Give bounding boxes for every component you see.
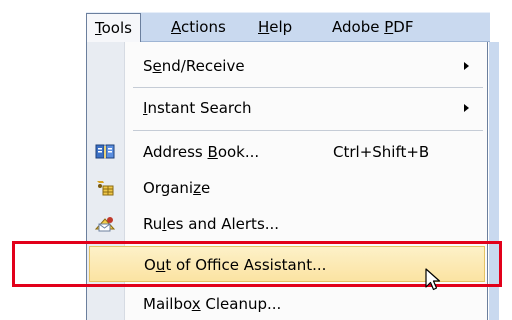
menu-item-instant-search[interactable]: Instant Search	[87, 90, 487, 126]
menu-help-mnemonic: H	[258, 18, 270, 36]
rules-alerts-icon	[95, 217, 115, 232]
menu-actions-mnemonic: A	[171, 18, 181, 36]
address-book-icon	[95, 144, 115, 159]
menu-item-organize[interactable]: Organize	[87, 170, 487, 206]
menu-separator	[133, 87, 483, 88]
screenshot-stage: Tools Actions Help Adobe PDF Send/Receiv…	[0, 0, 512, 320]
background-window-strip	[489, 42, 499, 320]
menu-bar: Tools Actions Help Adobe PDF	[86, 12, 490, 42]
menu-separator	[133, 130, 483, 131]
menu-item-shortcut: Ctrl+Shift+B	[333, 143, 430, 161]
menu-item-rules-and-alerts[interactable]: Rules and Alerts...	[87, 206, 487, 242]
menu-actions[interactable]: Actions	[171, 13, 226, 42]
menu-help[interactable]: Help	[258, 13, 292, 42]
mouse-pointer-icon	[425, 268, 441, 291]
menu-tools-mnemonic: T	[95, 19, 102, 37]
submenu-arrow-icon	[464, 62, 469, 70]
organize-icon	[97, 181, 114, 196]
menu-item-address-book[interactable]: Address Book... Ctrl+Shift+B	[87, 134, 487, 170]
submenu-arrow-icon	[464, 104, 469, 112]
menu-adobe-pdf-mnemonic: P	[384, 18, 394, 36]
menu-item-send-receive[interactable]: Send/Receive	[87, 48, 487, 84]
menu-tools[interactable]: Tools	[86, 13, 141, 42]
menu-adobe-pdf[interactable]: Adobe PDF	[332, 13, 413, 42]
